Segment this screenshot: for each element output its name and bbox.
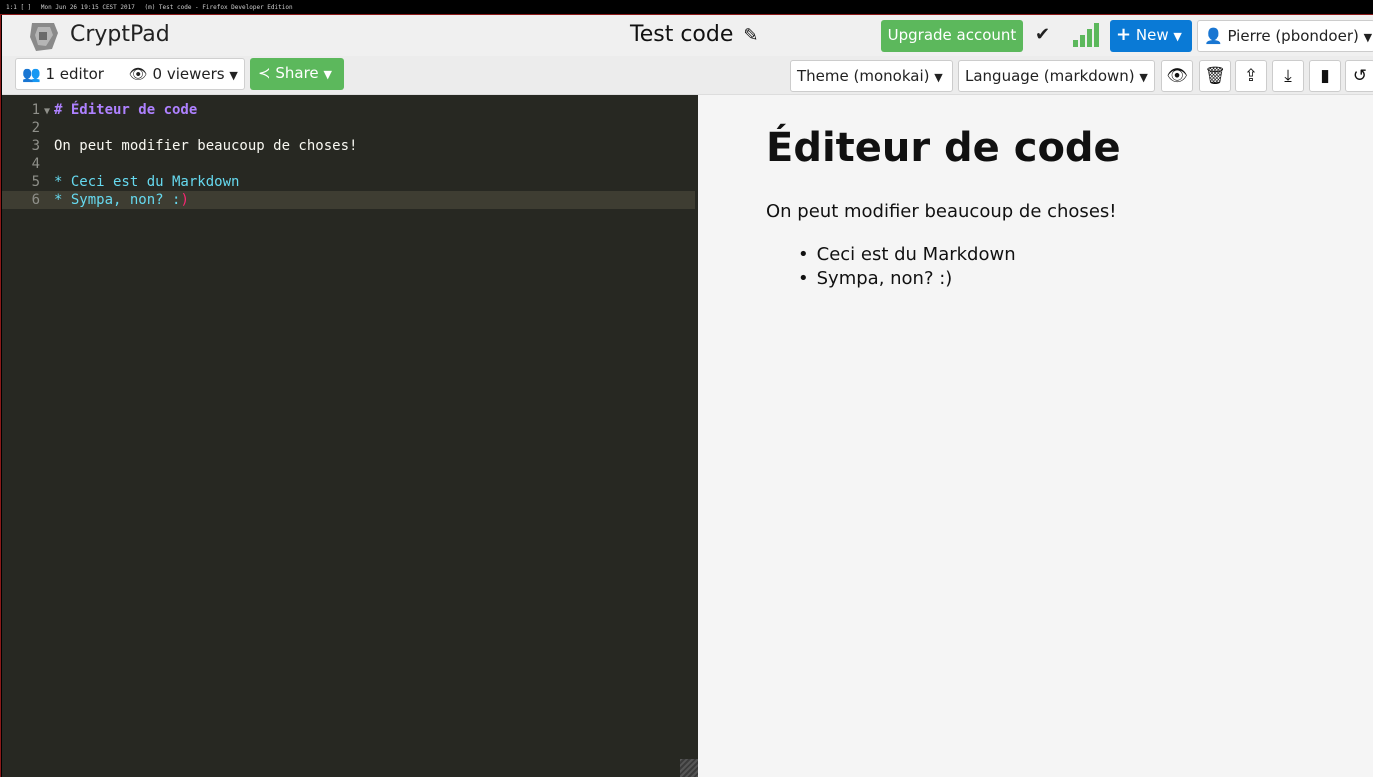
new-button[interactable]: + New ▼	[1110, 20, 1192, 52]
caret-down-icon: ▼	[1139, 71, 1148, 84]
code-editor[interactable]: 1 ▼ # Éditeur de code 2 3 On peut modifier …	[2, 95, 698, 777]
language-dropdown[interactable]: Language (markdown) ▼	[958, 60, 1155, 92]
editor-line[interactable]: 1 ▼ # Éditeur de code	[2, 101, 698, 119]
user-icon: 👤	[1204, 27, 1223, 45]
share-button[interactable]: ≺ Share ▼	[250, 58, 344, 90]
upload-icon: ⇪	[1243, 66, 1259, 86]
history-icon: ↺	[1352, 66, 1368, 86]
eye-icon: 👁	[128, 65, 148, 83]
network-signal-icon	[1073, 23, 1099, 47]
document-title[interactable]: Test code ✎	[630, 22, 758, 47]
saved-check-icon: ✔	[1035, 24, 1051, 45]
window-title: (m) Test code - Firefox Developer Editio…	[144, 4, 293, 11]
user-menu-button[interactable]: 👤 Pierre (pbondoer) ▼	[1197, 20, 1373, 52]
trash-icon: 🗑	[1204, 66, 1226, 86]
browser-window: CryptPad Test code ✎ Upgrade account ✔ + …	[0, 15, 1373, 777]
editor-line-active[interactable]: 6 * Sympa, non? :)	[2, 191, 695, 209]
users-icon: 👥	[22, 65, 41, 83]
editors-count: 1 editor	[45, 65, 104, 83]
new-button-label: New	[1135, 26, 1169, 44]
import-button[interactable]: ⇪	[1235, 60, 1267, 92]
caret-down-icon: ▼	[1173, 30, 1182, 43]
pencil-icon[interactable]: ✎	[743, 25, 758, 46]
delete-button[interactable]: 🗑	[1199, 60, 1231, 92]
caret-down-icon: ▼	[229, 69, 238, 82]
editor-line[interactable]: 4	[2, 155, 698, 173]
caret-down-icon: ▼	[934, 71, 943, 84]
theme-dropdown[interactable]: Theme (monokai) ▼	[790, 60, 953, 92]
app-name[interactable]: CryptPad	[70, 22, 170, 47]
list-item: Sympa, non? :)	[816, 267, 1016, 291]
user-name: Pierre (pbondoer)	[1227, 27, 1359, 45]
download-icon: ⤓	[1284, 66, 1292, 86]
resize-handle[interactable]	[680, 759, 698, 777]
document-title-text[interactable]: Test code	[630, 22, 733, 47]
caret-down-icon: ▼	[323, 68, 332, 81]
theme-label: Theme (monokai)	[797, 67, 930, 85]
document-toolbar: 👥 1 editor 👁 0 viewers ▼ ≺ Share ▼ Theme…	[2, 56, 1373, 95]
history-button[interactable]: ↺	[1345, 60, 1373, 92]
plus-icon: +	[1116, 24, 1132, 45]
editor-line[interactable]: 2	[2, 119, 698, 137]
bookmark-icon: ▮	[1320, 66, 1330, 86]
editor-line[interactable]: 3 On peut modifier beaucoup de choses!	[2, 137, 698, 155]
share-icon: ≺	[258, 64, 271, 82]
preview-heading: Éditeur de code	[766, 125, 1121, 171]
cryptpad-logo-icon	[30, 23, 58, 51]
userlist-button[interactable]: 👥 1 editor 👁 0 viewers ▼	[15, 58, 245, 90]
preview-toggle-button[interactable]: 👁	[1161, 60, 1193, 92]
export-button[interactable]: ⤓	[1272, 60, 1304, 92]
top-bar: CryptPad Test code ✎ Upgrade account ✔ + …	[2, 15, 1373, 56]
upgrade-account-button[interactable]: Upgrade account	[881, 20, 1023, 52]
share-label: Share	[275, 64, 319, 82]
preview-paragraph: On peut modifier beaucoup de choses!	[766, 201, 1117, 222]
editor-line[interactable]: 5 * Ceci est du Markdown	[2, 173, 698, 191]
markdown-preview: Éditeur de code On peut modifier beaucou…	[698, 95, 1373, 777]
clock: Mon Jun 26 19:15 CEST 2017	[40, 4, 135, 11]
preview-icon: 👁	[1166, 66, 1188, 86]
template-button[interactable]: ▮	[1309, 60, 1341, 92]
list-item: Ceci est du Markdown	[816, 243, 1016, 267]
os-status-bar: 1:1 [ ] Mon Jun 26 19:15 CEST 2017 (m) T…	[0, 0, 1373, 15]
preview-list: Ceci est du Markdown Sympa, non? :)	[766, 243, 1016, 291]
workspace-indicator: 1:1 [ ]	[6, 4, 32, 11]
viewers-count: 0 viewers	[152, 65, 225, 83]
caret-down-icon: ▼	[1363, 31, 1373, 44]
language-label: Language (markdown)	[965, 67, 1135, 85]
